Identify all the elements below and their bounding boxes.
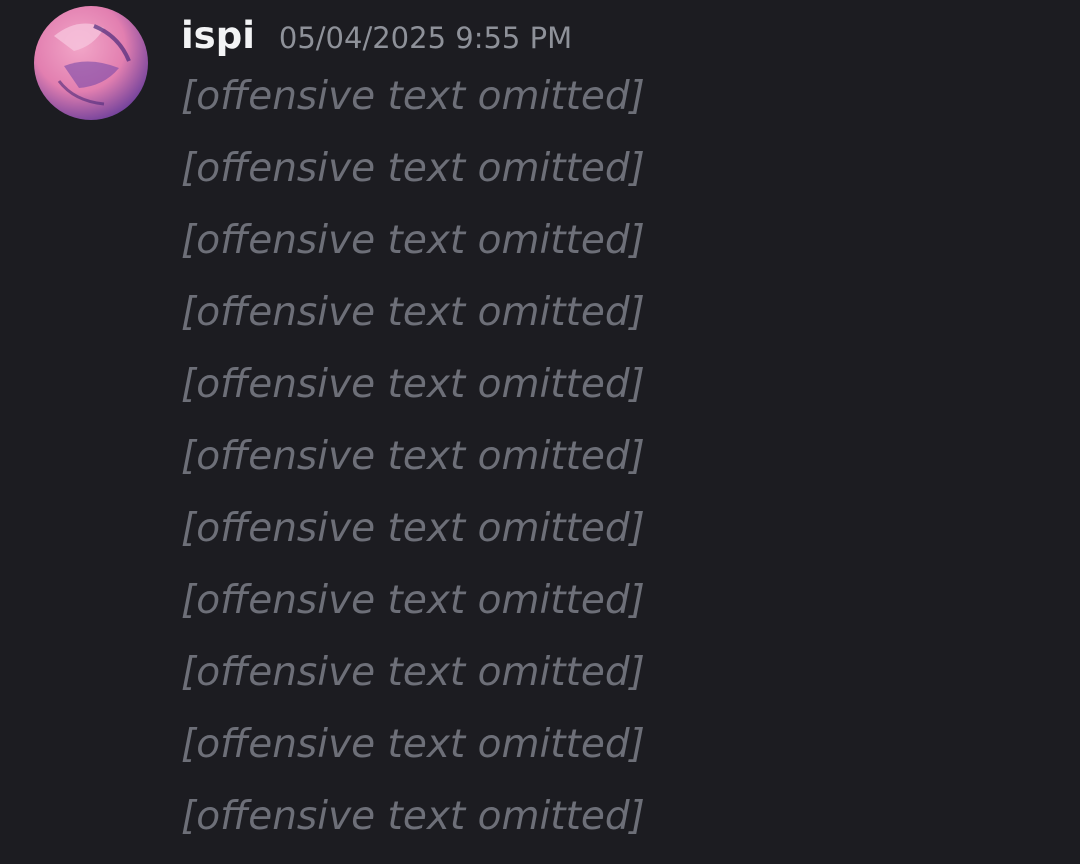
avatar[interactable] bbox=[34, 6, 148, 120]
message-line: [offensive text omitted] bbox=[181, 506, 645, 551]
message-line: [offensive text omitted] bbox=[181, 290, 645, 335]
message-header: ispi 05/04/2025 9:55 PM bbox=[181, 14, 572, 57]
message-line: [offensive text omitted] bbox=[181, 578, 645, 623]
message-line: [offensive text omitted] bbox=[181, 722, 645, 767]
chat-message: ispi 05/04/2025 9:55 PM [offensive text … bbox=[0, 0, 1080, 844]
message-body: [offensive text omitted] [offensive text… bbox=[181, 72, 645, 864]
message-line: [offensive text omitted] bbox=[181, 650, 645, 695]
message-line: [offensive text omitted] bbox=[181, 218, 645, 263]
message-line: [offensive text omitted] bbox=[181, 74, 645, 119]
avatar-art-icon bbox=[54, 23, 131, 106]
username[interactable]: ispi bbox=[181, 14, 255, 57]
timestamp: 05/04/2025 9:55 PM bbox=[278, 21, 573, 55]
message-line: [offensive text omitted] bbox=[181, 362, 645, 407]
message-line: [offensive text omitted] bbox=[181, 434, 645, 479]
message-line: [offensive text omitted] bbox=[181, 794, 645, 839]
message-line: [offensive text omitted] bbox=[181, 146, 645, 191]
